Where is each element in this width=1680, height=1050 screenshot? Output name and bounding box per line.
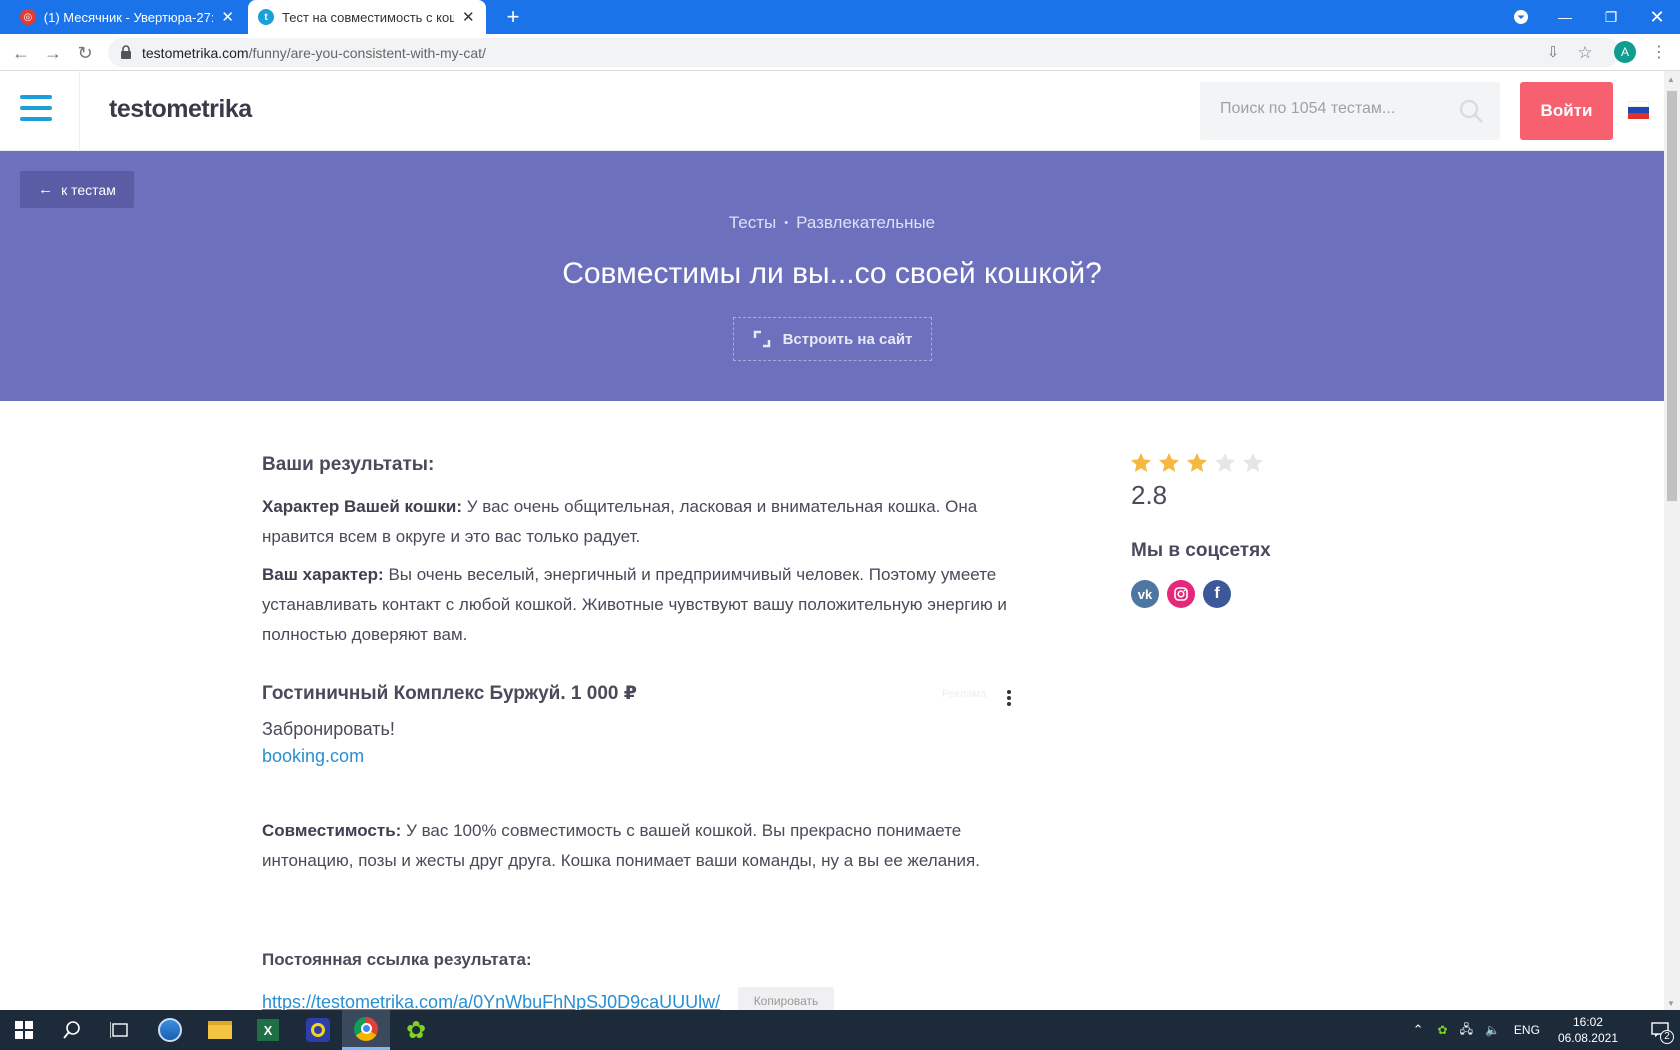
taskbar-search-icon[interactable] [48,1010,96,1050]
minimize-icon[interactable]: — [1542,0,1588,34]
notification-count: 2 [1660,1030,1674,1044]
tab-title: Тест на совместимость с кошкой [282,9,454,25]
tab-search-icon[interactable] [1498,0,1544,34]
result-your-character: Ваш характер: Вы очень веселый, энергичн… [262,560,1022,650]
volume-icon[interactable]: 🔈 [1485,1023,1500,1037]
vk-icon[interactable]: vk [1131,580,1159,608]
menu-kebab-icon[interactable]: ⋮ [1646,40,1672,66]
breadcrumb-tests[interactable]: Тесты [729,213,776,232]
social-links: vk f [1131,580,1231,608]
result-label: Совместимость: [262,821,402,840]
result-compatibility: Совместимость: У вас 100% совместимость … [262,816,1022,876]
results-heading: Ваши результаты: [262,454,435,475]
windows-start-icon[interactable] [0,1010,48,1050]
notifications-icon[interactable]: 2 [1640,1010,1680,1050]
search-icon[interactable] [1458,98,1484,124]
permalink-heading: Постоянная ссылка результата: [262,950,532,969]
restore-icon[interactable]: ❐ [1588,0,1634,34]
result-label: Характер Вашей кошки: [262,497,463,516]
embed-button[interactable]: Встроить на сайт [733,317,932,361]
ad-title[interactable]: Гостиничный Комплекс Буржуй. 1 000 ₽ [262,682,1022,705]
clock[interactable]: 16:02 06.08.2021 [1558,1014,1618,1046]
hamburger-menu-icon[interactable] [20,95,52,123]
embed-label: Встроить на сайт [782,330,913,348]
instagram-icon[interactable] [1167,580,1195,608]
embed-icon [753,330,770,348]
hero-banner: ← к тестам Тесты • Развлекательные Совмест… [0,151,1664,401]
russian-flag-icon[interactable] [1628,101,1649,119]
rating-value: 2.8 [1131,480,1168,510]
thunderbird-icon[interactable] [146,1010,194,1050]
ad-cta[interactable]: Забронировать! [262,719,1022,740]
scroll-down-icon[interactable]: ▼ [1667,999,1675,1008]
search-box [1200,82,1500,140]
browser-tab-1[interactable]: ◎ (1) Месячник - Увертюра-27: Йо ✕ [10,0,244,34]
star-empty-icon[interactable] [1242,452,1264,474]
browser-tab-bar: ◎ (1) Месячник - Увертюра-27: Йо ✕ t Тес… [0,0,1680,34]
close-tab-icon[interactable]: ✕ [221,8,234,26]
new-tab-icon[interactable]: + [500,4,526,30]
icq-icon[interactable]: ✿ [392,1010,440,1050]
advertisement: Гостиничный Комплекс Буржуй. 1 000 ₽ Рек… [262,682,1022,767]
address-bar: ← → ↻ testometrika.com/funny/are-you-con… [0,34,1680,71]
browser-tab-2[interactable]: t Тест на совместимость с кошкой ✕ [248,0,486,34]
url-host: testometrika.com [142,44,249,61]
clock-time: 16:02 [1572,1015,1603,1029]
language-indicator[interactable]: ENG [1514,1023,1540,1037]
close-tab-icon[interactable]: ✕ [462,8,475,26]
header-divider [79,71,80,151]
url-input[interactable]: testometrika.com/funny/are-you-consisten… [108,38,1620,67]
rating-stars[interactable] [1130,452,1264,474]
excel-icon[interactable]: X [244,1010,292,1050]
system-tray: ⌃ ✿ 🖧 🔈 ENG 16:02 06.08.2021 2 [1405,1010,1680,1050]
results-section: Ваши результаты: Характер Вашей кошки: У… [262,450,1022,658]
lock-icon [121,45,131,59]
back-to-tests-button[interactable]: ← к тестам [20,171,134,208]
login-button[interactable]: Войти [1520,82,1613,140]
site-logo[interactable]: testometrika [109,95,252,124]
back-arrow-icon[interactable]: ← [8,40,34,66]
scroll-up-icon[interactable]: ▲ [1667,75,1675,84]
site-favicon-icon: ◎ [20,9,36,25]
install-icon[interactable]: ⇩ [1540,40,1566,66]
ad-label: Реклама [942,688,987,700]
icq-tray-icon[interactable]: ✿ [1438,1023,1448,1037]
tray-chevron-icon[interactable]: ⌃ [1413,1022,1424,1038]
url-path: /funny/are-you-consistent-with-my-cat/ [248,44,486,61]
reload-icon[interactable]: ↻ [72,40,98,66]
file-explorer-icon[interactable] [196,1010,244,1050]
clock-date: 06.08.2021 [1557,1031,1618,1045]
network-icon[interactable]: 🖧 [1460,1020,1473,1041]
star-filled-icon[interactable] [1130,452,1152,474]
star-filled-icon[interactable] [1186,452,1208,474]
facebook-icon[interactable]: f [1203,580,1231,608]
windows-taskbar: X ✿ ⌃ ✿ 🖧 🔈 ENG 16:02 06.08.2021 2 [0,1010,1680,1050]
profile-avatar[interactable]: A [1614,41,1636,63]
bookmark-star-icon[interactable]: ☆ [1572,40,1598,66]
site-header: testometrika Войти [0,71,1664,151]
chrome-icon[interactable] [342,1010,390,1050]
forward-arrow-icon[interactable]: → [40,40,66,66]
page-title: Совместимы ли вы...со своей кошкой? [562,257,1102,290]
scrollbar-thumb[interactable] [1667,91,1677,501]
search-input[interactable] [1220,100,1440,118]
social-heading: Мы в соцсетях [1131,540,1271,561]
breadcrumb-separator: • [784,217,789,229]
result-cat-character: Характер Вашей кошки: У вас очень общите… [262,492,1022,552]
star-empty-icon[interactable] [1214,452,1236,474]
ad-options-icon[interactable] [1002,688,1016,708]
back-label: к тестам [61,181,116,198]
result-label: Ваш характер: [262,565,384,584]
task-view-icon[interactable] [96,1010,144,1050]
star-filled-icon[interactable] [1158,452,1180,474]
breadcrumb-entertainment[interactable]: Развлекательные [796,213,935,232]
tab-title: (1) Месячник - Увертюра-27: Йо [43,9,214,25]
close-window-icon[interactable]: ✕ [1634,0,1680,34]
arrow-left-icon: ← [38,181,54,198]
breadcrumb: Тесты • Развлекательные [0,213,1664,233]
testometrika-favicon-icon: t [258,9,274,25]
page-scrollbar[interactable]: ▲ ▼ [1664,71,1680,1010]
app-icon[interactable] [294,1010,342,1050]
ad-link[interactable]: booking.com [262,746,1022,767]
